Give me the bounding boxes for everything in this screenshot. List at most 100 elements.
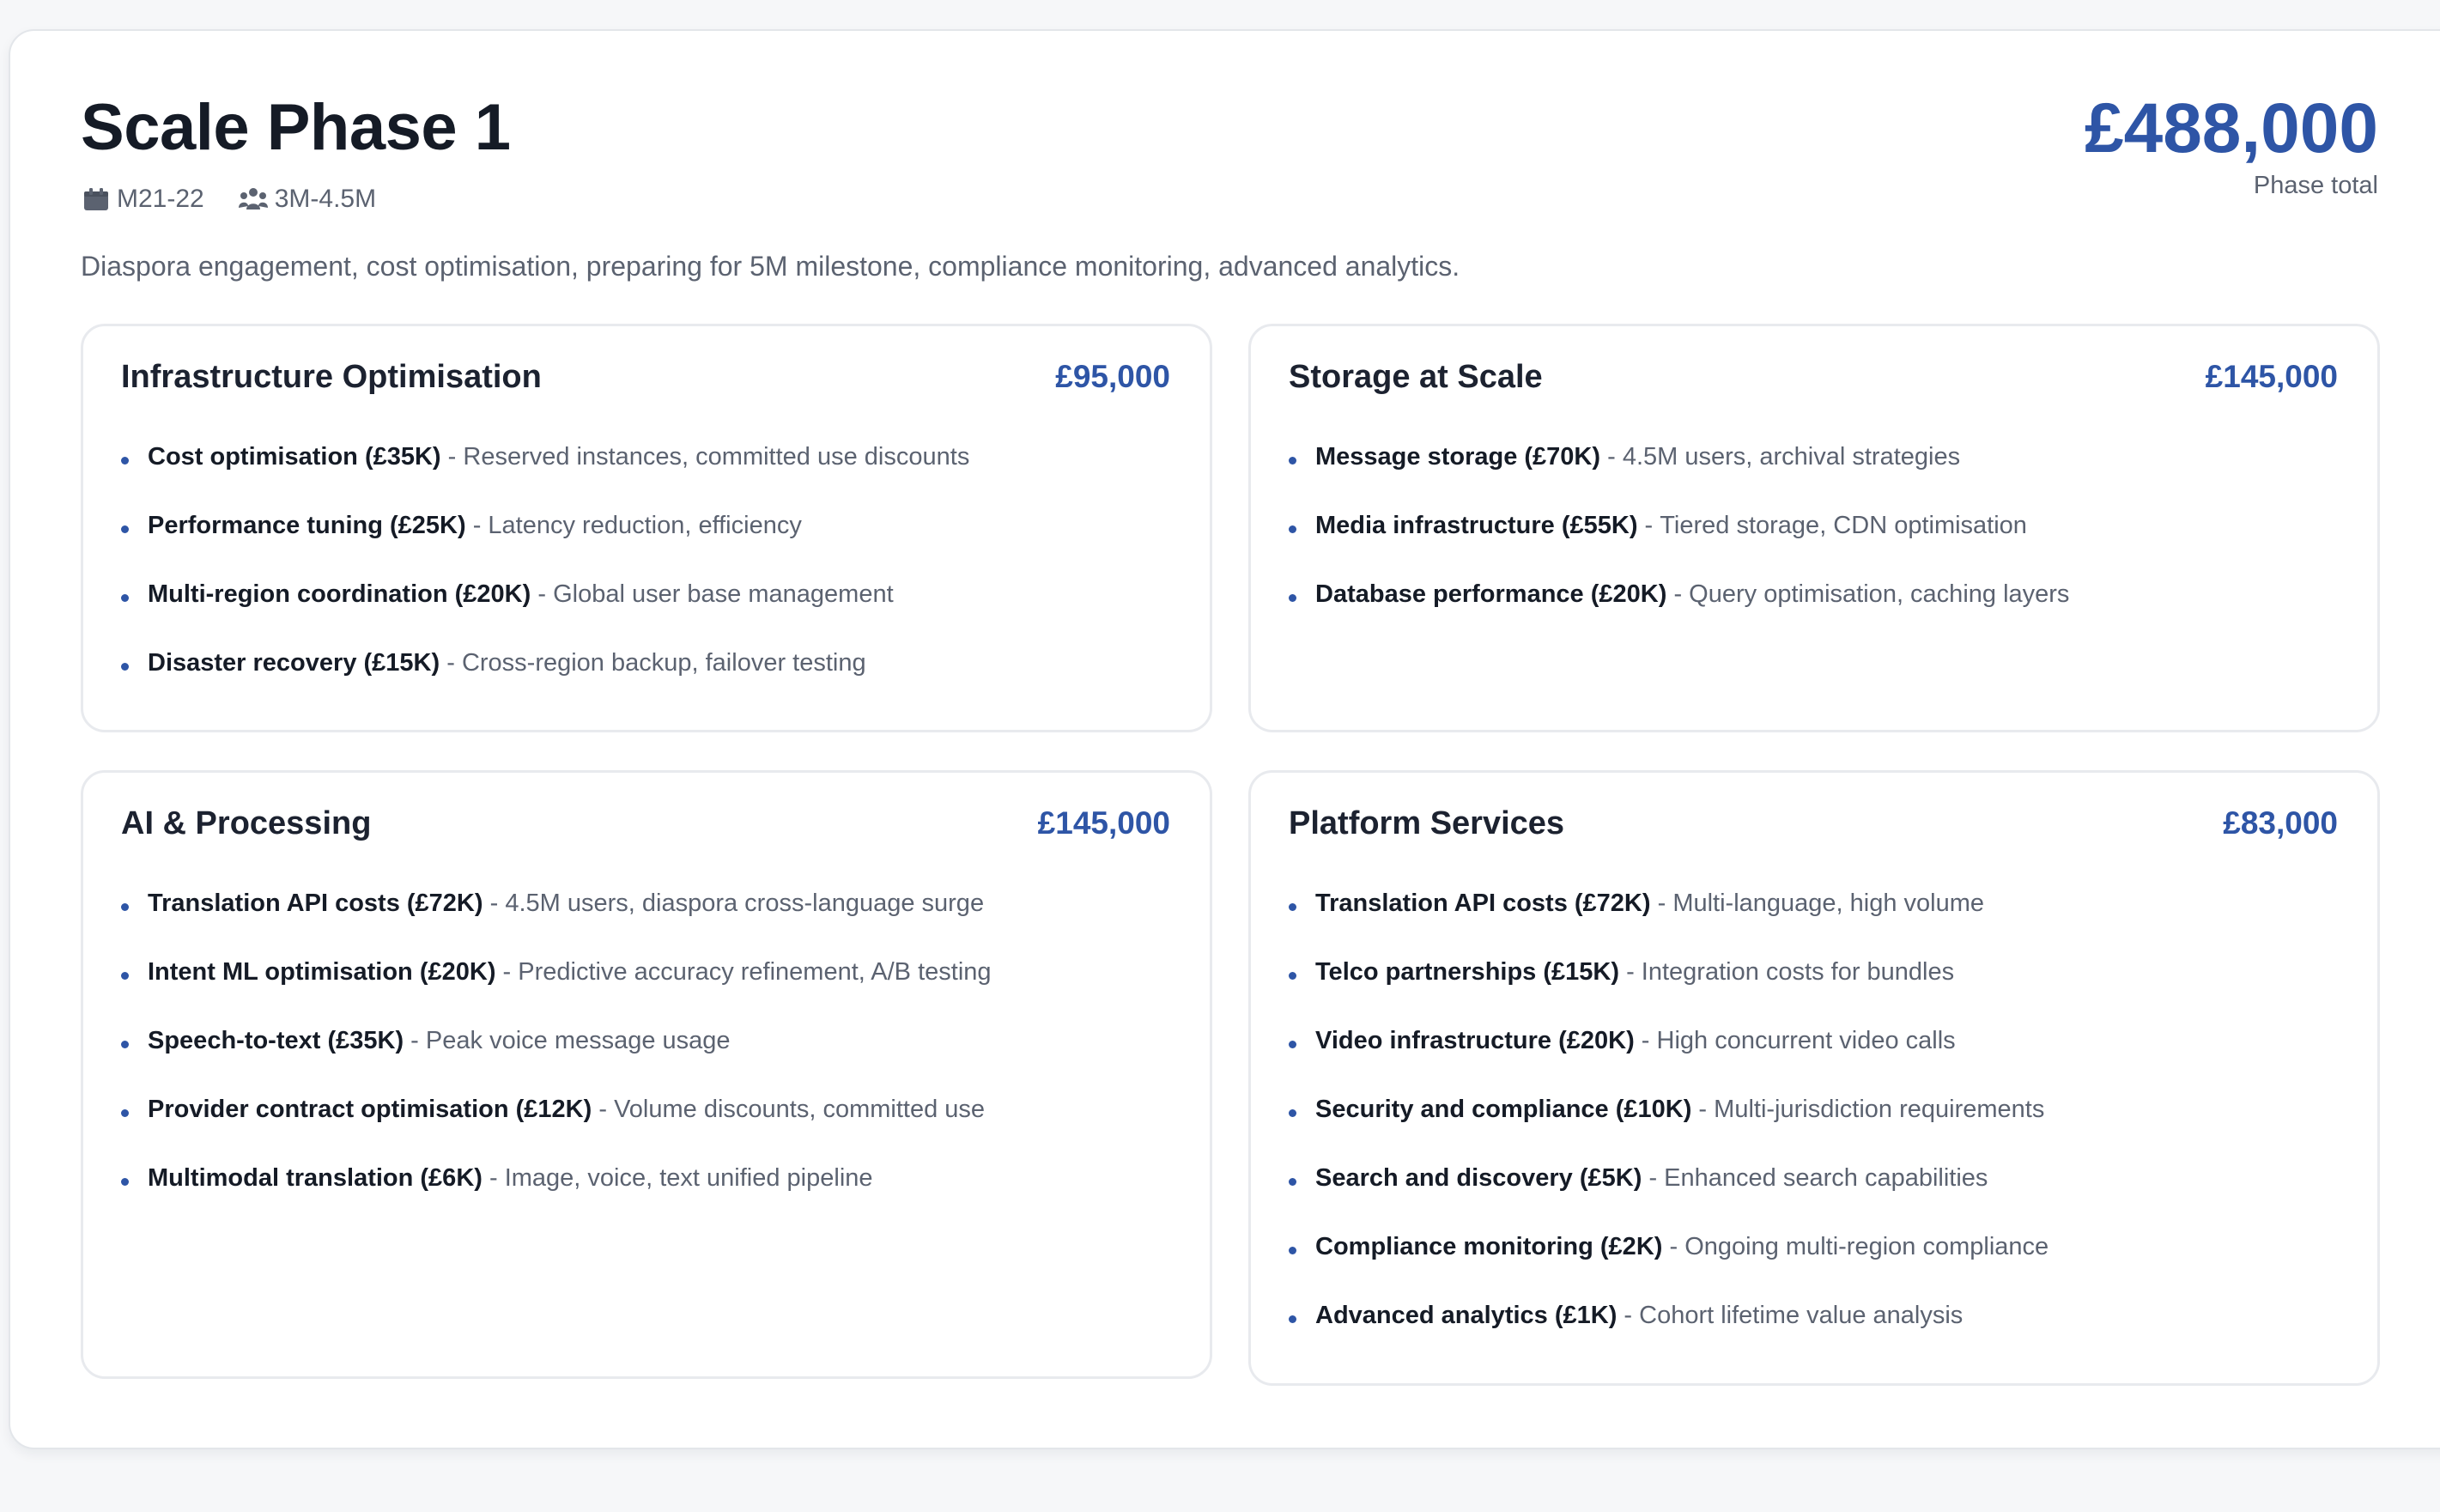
list-item: Video infrastructure (£20K) - High concu… [1289,1027,2352,1096]
months-meta: M21-22 [82,185,204,214]
item-detail: Image, voice, text unified pipeline [504,1164,873,1192]
users-meta: 3M-4.5M [238,185,377,214]
bullet-icon [121,594,129,602]
category-header: AI & Processing £145,000 [121,805,1170,842]
category-card-storage: Storage at Scale £145,000 Message storag… [1248,324,2380,732]
bullet-icon [1289,1109,1296,1117]
item-name: Intent ML optimisation (£20K) [148,958,496,986]
item-name: Performance tuning (£25K) [148,512,466,539]
item-name: Disaster recovery (£15K) [148,649,440,677]
item-detail: Ongoing multi-region compliance [1684,1233,2049,1260]
category-amount: £83,000 [2223,805,2338,841]
item-detail: Multi-jurisdiction requirements [1714,1096,2045,1123]
bullet-icon [1289,525,1296,533]
item-name: Compliance monitoring (£2K) [1315,1233,1663,1260]
category-item-list: Translation API costs (£72K) - Multi-lan… [1289,890,2352,1370]
category-title: Platform Services [1289,805,1565,841]
bullet-icon [121,457,129,465]
list-item: Compliance monitoring (£2K) - Ongoing mu… [1289,1233,2352,1302]
phase-title: Scale Phase 1 [81,91,511,164]
bullet-icon [121,1109,129,1117]
item-name: Provider contract optimisation (£12K) [148,1096,592,1123]
category-amount: £145,000 [2205,359,2338,394]
item-name: Search and discovery (£5K) [1315,1164,1642,1192]
item-detail: Tiered storage, CDN optimisation [1660,512,2027,539]
category-item-list: Message storage (£70K) - 4.5M users, arc… [1289,443,2352,649]
category-amount: £145,000 [1037,805,1170,841]
list-item: Message storage (£70K) - 4.5M users, arc… [1289,443,2352,512]
bullet-icon [121,1041,129,1048]
item-name: Database performance (£20K) [1315,580,1667,608]
users-icon [238,188,268,209]
item-name: Multi-region coordination (£20K) [148,580,531,608]
item-detail: Global user base management [553,580,894,608]
list-item: Speech-to-text (£35K) - Peak voice messa… [121,1027,1184,1096]
bullet-icon [1289,594,1296,602]
item-name: Translation API costs (£72K) [148,890,483,917]
category-title: Infrastructure Optimisation [121,359,542,395]
bullet-icon [121,903,129,911]
category-title: AI & Processing [121,805,372,841]
category-header: Storage at Scale £145,000 [1289,359,2338,396]
item-name: Cost optimisation (£35K) [148,443,441,471]
item-detail: Multi-language, high volume [1672,890,1985,917]
list-item: Telco partnerships (£15K) - Integration … [1289,958,2352,1027]
list-item: Multi-region coordination (£20K) - Globa… [121,580,1184,649]
phase-description: Diaspora engagement, cost optimisation, … [81,251,1460,282]
bullet-icon [1289,457,1296,465]
item-detail: Query optimisation, caching layers [1689,580,2070,608]
item-detail: Latency reduction, efficiency [488,512,802,539]
item-name: Translation API costs (£72K) [1315,890,1651,917]
item-name: Advanced analytics (£1K) [1315,1302,1618,1329]
category-amount: £95,000 [1055,359,1170,394]
item-name: Media infrastructure (£55K) [1315,512,1638,539]
category-item-list: Translation API costs (£72K) - 4.5M user… [121,890,1184,1233]
item-name: Multimodal translation (£6K) [148,1164,483,1192]
item-detail: Cohort lifetime value analysis [1639,1302,1964,1329]
phase-total-amount: £488,000 [2084,89,2378,167]
bullet-icon [1289,1041,1296,1048]
list-item: Cost optimisation (£35K) - Reserved inst… [121,443,1184,512]
bullet-icon [121,972,129,980]
list-item: Security and compliance (£10K) - Multi-j… [1289,1096,2352,1164]
item-name: Message storage (£70K) [1315,443,1601,471]
bullet-icon [121,525,129,533]
calendar-icon [84,188,108,210]
category-card-platform-services: Platform Services £83,000 Translation AP… [1248,770,2380,1386]
item-detail: 4.5M users, diaspora cross-language surg… [505,890,985,917]
item-name: Video infrastructure (£20K) [1315,1027,1635,1054]
item-name: Security and compliance (£10K) [1315,1096,1692,1123]
bullet-icon [1289,1178,1296,1186]
category-header: Infrastructure Optimisation £95,000 [121,359,1170,396]
phase-total: £488,000 Phase total [2085,88,2378,200]
category-card-ai-processing: AI & Processing £145,000 Translation API… [81,770,1212,1379]
item-detail: 4.5M users, archival strategies [1622,443,1961,471]
item-name: Speech-to-text (£35K) [148,1027,404,1054]
bullet-icon [1289,903,1296,911]
item-detail: Enhanced search capabilities [1664,1164,1988,1192]
bullet-icon [1289,1247,1296,1254]
list-item: Translation API costs (£72K) - Multi-lan… [1289,890,2352,958]
bullet-icon [1289,972,1296,980]
bullet-icon [1289,1315,1296,1323]
list-item: Multimodal translation (£6K) - Image, vo… [121,1164,1184,1233]
list-item: Search and discovery (£5K) - Enhanced se… [1289,1164,2352,1233]
list-item: Translation API costs (£72K) - 4.5M user… [121,890,1184,958]
category-item-list: Cost optimisation (£35K) - Reserved inst… [121,443,1184,718]
phase-total-caption: Phase total [2253,172,2378,199]
users-text: 3M-4.5M [274,185,377,213]
category-header: Platform Services £83,000 [1289,805,2338,842]
item-detail: Cross-region backup, failover testing [461,649,866,677]
list-item: Performance tuning (£25K) - Latency redu… [121,512,1184,580]
item-detail: High concurrent video calls [1656,1027,1956,1054]
bullet-icon [121,1178,129,1186]
list-item: Advanced analytics (£1K) - Cohort lifeti… [1289,1302,2352,1370]
list-item: Media infrastructure (£55K) - Tiered sto… [1289,512,2352,580]
item-detail: Integration costs for bundles [1641,958,1955,986]
item-detail: Peak voice message usage [425,1027,731,1054]
phase-meta: M21-22 3M-4.5M [82,181,410,217]
category-title: Storage at Scale [1289,359,1543,395]
list-item: Intent ML optimisation (£20K) - Predicti… [121,958,1184,1027]
item-detail: Predictive accuracy refinement, A/B test… [518,958,992,986]
item-name: Telco partnerships (£15K) [1315,958,1620,986]
